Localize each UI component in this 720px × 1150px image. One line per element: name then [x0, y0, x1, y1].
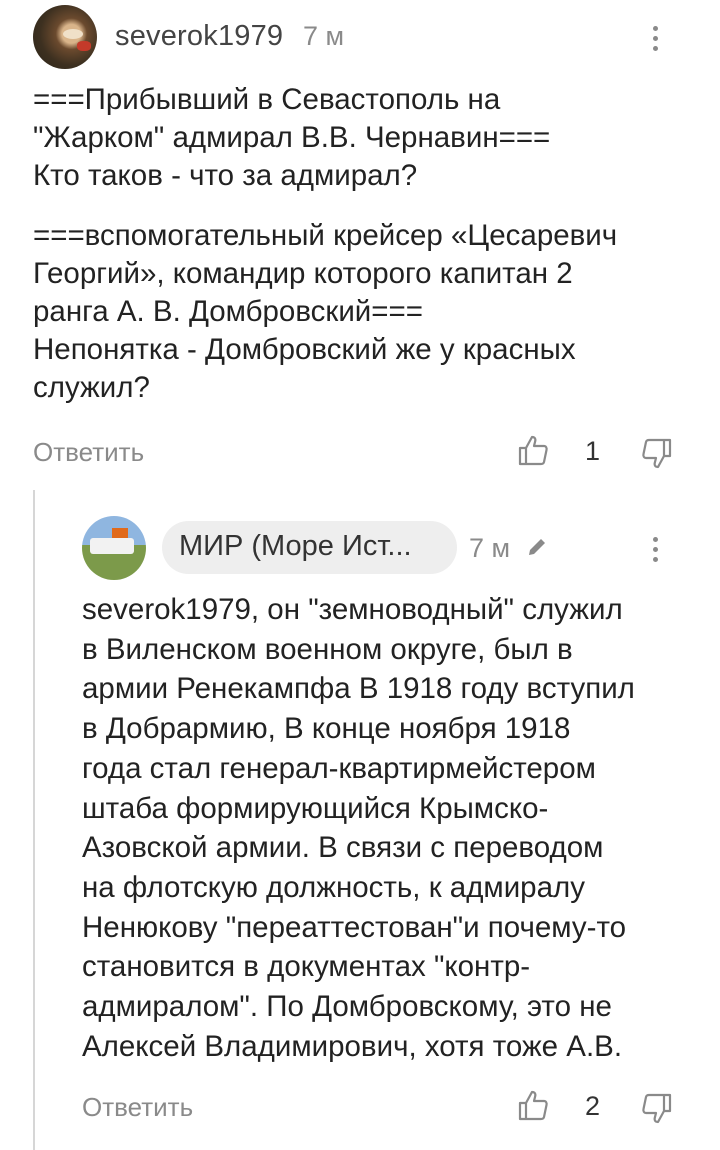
- reply-button[interactable]: Ответить: [82, 1092, 193, 1123]
- thumbs-up-icon[interactable]: [516, 433, 550, 467]
- avatar[interactable]: [33, 5, 97, 69]
- comment-author-name: МИР (Море Ист...: [179, 530, 412, 562]
- comment-text: ===вспомогательный крейсер «Цесаревич Ге…: [33, 219, 618, 404]
- thumbs-down-icon[interactable]: [640, 437, 674, 471]
- vote-count: 1: [585, 436, 601, 466]
- comment-time: 7 м: [469, 533, 511, 563]
- reply-button[interactable]: Ответить: [33, 437, 144, 468]
- thread-line[interactable]: [33, 490, 35, 1150]
- comment-author[interactable]: МИР (Море Ист...: [162, 521, 457, 574]
- more-vertical-icon[interactable]: [651, 537, 659, 567]
- vote-count: 2: [585, 1091, 601, 1121]
- comment-author[interactable]: severok1979: [115, 20, 283, 53]
- pencil-icon: [529, 539, 545, 555]
- thumbs-up-icon[interactable]: [516, 1088, 550, 1122]
- avatar[interactable]: [82, 516, 146, 580]
- comment-text: severok1979, он "земноводный" служил в В…: [82, 593, 635, 1063]
- more-vertical-icon[interactable]: [651, 26, 659, 56]
- comment-text: ===Прибывший в Севастополь на "Жарком" а…: [33, 83, 551, 192]
- thumbs-down-icon[interactable]: [640, 1092, 674, 1126]
- comment-time: 7 м: [303, 21, 345, 51]
- comment: severok1979 7 м ===Прибывший в Севастопо…: [0, 0, 720, 490]
